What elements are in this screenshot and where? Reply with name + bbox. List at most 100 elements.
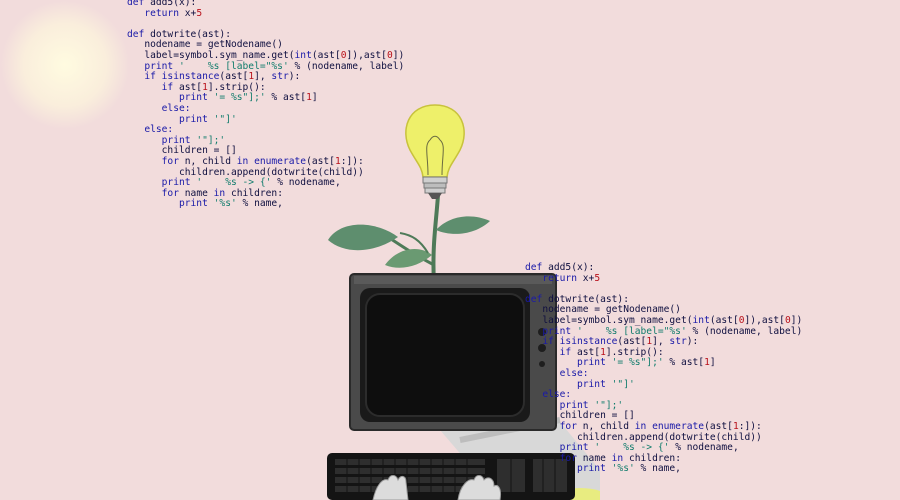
code-token: print	[542, 325, 577, 337]
lightbulb-icon	[405, 104, 465, 199]
code-token: for	[161, 155, 185, 167]
code-token: % nodename,	[277, 177, 341, 189]
code-token: '= %s"];'	[213, 92, 272, 104]
code-token: else:	[144, 124, 174, 136]
code-token: % name,	[242, 198, 283, 210]
code-token: print	[161, 134, 197, 146]
code-token: ' %s -> {'	[196, 177, 278, 189]
code-token: children:	[628, 452, 681, 464]
code-token: ],	[254, 71, 272, 83]
code-token: enumerate	[652, 420, 705, 432]
code-token: return	[144, 7, 185, 19]
code-token: enumerate	[254, 155, 307, 167]
code-token: (ast[	[704, 420, 733, 432]
code-token: for	[161, 187, 185, 199]
code-token: if	[161, 81, 179, 93]
code-token: '"];'	[196, 134, 226, 146]
code-token: print	[576, 357, 612, 369]
code-token: (ast[	[311, 49, 341, 61]
code-line: print '%s' % name,	[127, 198, 404, 210]
code-token: def	[525, 262, 549, 273]
hands-icon	[372, 475, 501, 500]
code-token: % nodename,	[675, 442, 739, 454]
code-token: str	[271, 71, 289, 83]
code-token: def	[525, 293, 549, 305]
code-token: isinstance	[559, 336, 618, 348]
code-token: if	[144, 71, 162, 83]
code-token: ]	[311, 92, 318, 104]
code-token: else:	[542, 389, 572, 401]
code-token: str	[669, 336, 687, 348]
code-token: print	[178, 198, 214, 210]
code-token: ' %s [label="%s'	[178, 60, 295, 72]
code-token: for	[559, 452, 583, 464]
code-line: print '%s' % name,	[525, 463, 802, 475]
code-line: return x+5	[127, 7, 404, 20]
code-token: % (nodename, label)	[294, 60, 405, 72]
code-token: int	[692, 314, 710, 326]
code-token: nodename = getNodename()	[525, 304, 681, 316]
code-token: x+	[184, 7, 197, 19]
code-token: else:	[161, 102, 191, 114]
code-token: ]),ast[	[744, 314, 785, 326]
code-token: ' %s [label="%s'	[576, 325, 693, 337]
code-token: x+	[582, 272, 595, 284]
code-token: :]):	[340, 155, 364, 167]
code-token: if	[542, 336, 560, 348]
code-token: add5(x):	[548, 262, 595, 273]
code-token: ):	[686, 336, 699, 348]
code-token: in	[213, 187, 231, 199]
code-token: name	[184, 187, 214, 199]
code-token: '%s'	[213, 198, 243, 210]
code-token: children:	[230, 187, 283, 199]
code-token: 5	[196, 7, 203, 19]
code-token: dotwrite(ast):	[548, 293, 629, 305]
bulb-glow	[0, 0, 130, 130]
code-token: n, child	[184, 155, 237, 167]
code-token: isinstance	[161, 71, 220, 83]
code-token: '"]'	[611, 378, 635, 390]
code-token: ' %s -> {'	[594, 442, 676, 454]
code-token: print	[559, 442, 595, 454]
code-token: % ast[	[669, 357, 705, 369]
code-token: in	[634, 420, 653, 432]
code-token: children.append(dotwrite(child))	[127, 166, 364, 178]
code-token: print	[178, 92, 214, 104]
code-token: ]),ast[	[346, 49, 387, 61]
code-token: in	[236, 155, 255, 167]
code-token: print	[559, 399, 595, 411]
code-token: '%s'	[611, 463, 641, 475]
code-token: % (nodename, label)	[692, 325, 803, 337]
code-token: (ast[	[219, 71, 249, 83]
code-token: (ast[	[306, 155, 335, 167]
code-token: print	[161, 177, 197, 189]
code-token: children = []	[525, 410, 635, 422]
code-line: return x+5	[525, 272, 802, 285]
code-snippet-bottom: def add5(x): return x+5 def dotwrite(ast…	[525, 262, 803, 475]
code-token: ],	[652, 336, 670, 348]
code-token: ):	[288, 71, 301, 83]
code-token: (ast[	[709, 314, 739, 326]
code-token: print	[576, 378, 612, 390]
code-token: print	[144, 60, 179, 72]
code-token: int	[294, 49, 312, 61]
